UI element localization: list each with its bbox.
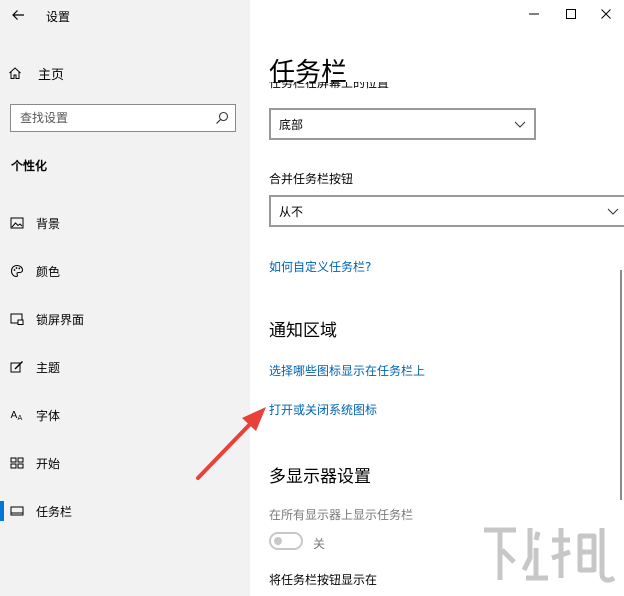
toggle-state-text: 关: [313, 537, 326, 551]
search-box[interactable]: [10, 104, 236, 132]
scrollbar[interactable]: [620, 60, 623, 560]
show-buttons-label: 将任务栏按钮显示在: [269, 573, 378, 587]
back-arrow-icon: [12, 10, 24, 20]
nav-home-label: 主页: [38, 67, 65, 83]
sidebar-item-label: 主题: [36, 360, 61, 375]
select-icons-link[interactable]: 选择哪些图标显示在任务栏上: [269, 362, 425, 379]
font-icon: AA: [11, 410, 23, 422]
sidebar-item-label: 字体: [36, 408, 61, 423]
show-all-displays-toggle[interactable]: [269, 532, 303, 550]
system-icons-link[interactable]: 打开或关闭系统图标: [269, 401, 377, 418]
watermark-logo: [484, 527, 616, 583]
sidebar-item-fonts[interactable]: AA 字体: [0, 398, 248, 432]
search-icon[interactable]: [215, 111, 229, 125]
sidebar-item-taskbar[interactable]: 任务栏: [0, 494, 248, 528]
taskbar-location-label: 任务栏在屏幕上的位置: [269, 82, 390, 90]
chevron-down-icon: [607, 208, 619, 215]
sidebar-item-start[interactable]: 开始: [0, 446, 248, 480]
sidebar-item-label: 开始: [36, 456, 61, 471]
sidebar-item-colors[interactable]: 颜色: [0, 254, 248, 288]
sidebar: 设置 主页 个性化 背景 颜色 锁屏界面 主题 AA 字体 开始 任务栏: [0, 0, 250, 596]
combine-buttons-label: 合并任务栏按钮: [269, 172, 354, 186]
close-icon: [601, 9, 611, 19]
scrollbar-thumb[interactable]: [620, 270, 622, 500]
sidebar-item-background[interactable]: 背景: [0, 206, 248, 240]
home-icon: [9, 67, 21, 79]
svg-text:A: A: [18, 414, 23, 422]
taskbar-location-dropdown[interactable]: 底部: [269, 108, 536, 140]
active-indicator: [0, 501, 4, 521]
sidebar-item-label: 背景: [36, 216, 61, 231]
search-input[interactable]: [11, 105, 220, 131]
combine-buttons-dropdown[interactable]: 从不: [269, 195, 624, 227]
show-all-displays-label: 在所有显示器上显示任务栏: [269, 508, 414, 522]
svg-text:A: A: [11, 410, 18, 421]
maximize-icon: [566, 9, 576, 19]
taskbar-icon: [10, 506, 24, 516]
multi-display-heading: 多显示器设置: [269, 467, 371, 487]
section-heading: 个性化: [11, 159, 48, 173]
notification-area-heading: 通知区域: [269, 321, 337, 341]
close-button[interactable]: [590, 0, 622, 28]
maximize-button[interactable]: [555, 0, 587, 28]
sidebar-item-label: 颜色: [36, 264, 61, 279]
window-title: 设置: [46, 10, 71, 24]
dropdown-value: 从不: [279, 205, 304, 219]
dropdown-value: 底部: [279, 118, 304, 132]
chevron-down-icon: [514, 121, 526, 128]
sidebar-item-label: 任务栏: [36, 504, 73, 519]
minimize-button[interactable]: [518, 0, 550, 28]
minimize-icon: [529, 13, 539, 15]
start-menu-icon: [10, 457, 24, 469]
picture-icon: [10, 217, 24, 229]
palette-icon: [10, 264, 24, 278]
theme-brush-icon: [10, 361, 23, 373]
back-button[interactable]: [8, 4, 30, 26]
toggle-knob: [274, 537, 282, 545]
sidebar-item-label: 锁屏界面: [36, 312, 85, 327]
lock-screen-icon: [10, 313, 24, 325]
main-pane: 任务栏 任务栏在屏幕上的位置 底部 合并任务栏按钮 从不 如何自定义任务栏? 通…: [250, 0, 624, 596]
nav-home[interactable]: 主页: [8, 62, 238, 84]
customize-taskbar-link[interactable]: 如何自定义任务栏?: [269, 258, 371, 275]
sidebar-item-lock-screen[interactable]: 锁屏界面: [0, 302, 248, 336]
sidebar-item-themes[interactable]: 主题: [0, 350, 248, 384]
